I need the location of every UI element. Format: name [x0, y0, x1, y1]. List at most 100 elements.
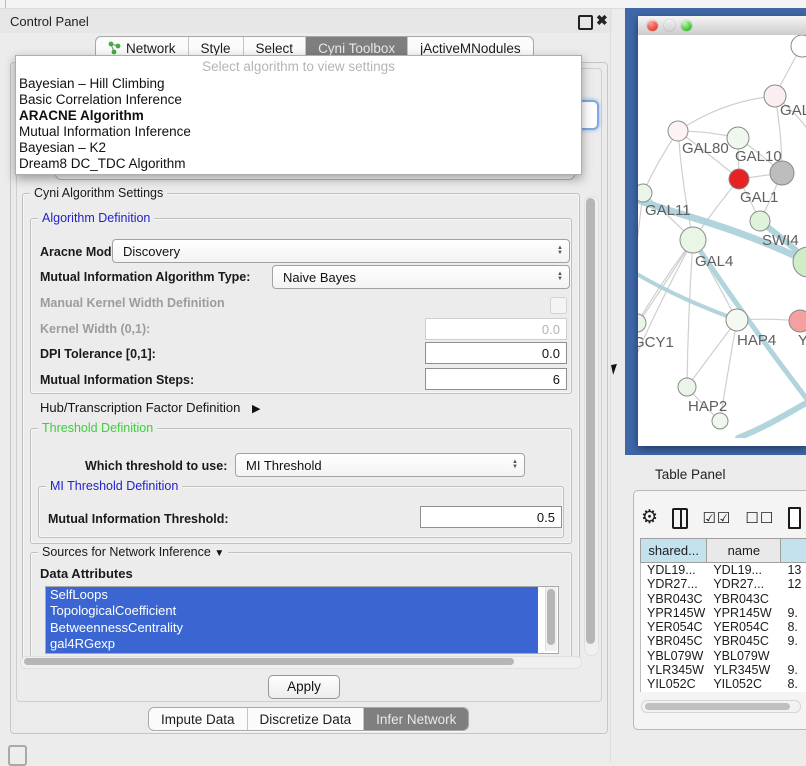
- network-edge[interactable]: [687, 320, 737, 387]
- data-attributes-list[interactable]: SelfLoopsTopologicalCoefficientBetweenne…: [45, 586, 559, 654]
- column-header[interactable]: shared...: [640, 538, 707, 563]
- float-window-icon[interactable]: [578, 15, 593, 30]
- aracne-mode-label: Aracne Mode:: [40, 245, 123, 259]
- kernel-width-field[interactable]: 0.0: [425, 318, 567, 340]
- menu-item[interactable]: Dream8 DC_TDC Algorithm: [16, 156, 581, 172]
- mi-steps-field[interactable]: 6: [425, 368, 567, 390]
- tab-label: Cyni Toolbox: [318, 41, 395, 56]
- column-header[interactable]: name: [707, 538, 781, 563]
- network-node-gal80[interactable]: [668, 121, 688, 141]
- table-row[interactable]: YDR27...YDR27...12: [641, 577, 806, 591]
- tab-discretize-data[interactable]: Discretize Data: [248, 708, 365, 730]
- network-edge[interactable]: [643, 131, 678, 193]
- mi-steps-label: Mutual Information Steps:: [40, 373, 194, 387]
- select-all-checkbox-icon[interactable]: ☑☑: [702, 509, 731, 527]
- network-node-y[interactable]: [789, 310, 806, 332]
- network-node-swi4[interactable]: [750, 211, 770, 231]
- column-header[interactable]: [781, 538, 806, 563]
- network-edge[interactable]: [687, 240, 693, 387]
- mi-type-label: Mutual Information Algorithm Type:: [40, 270, 250, 284]
- close-traffic-light-icon[interactable]: [647, 20, 658, 31]
- aracne-mode-combo[interactable]: Discovery ▲▼: [112, 239, 570, 263]
- table-row[interactable]: YDL19...YDL19...13: [641, 563, 806, 577]
- manual-kernel-checkbox[interactable]: [550, 297, 567, 314]
- table-cell: YIL052C: [641, 677, 707, 691]
- settings-vertical-scrollbar-thumb[interactable]: [586, 198, 595, 644]
- network-canvas[interactable]: GALGAL80GAL10GAL1GAL11SWI4GAL4GCY1HAP4YH…: [638, 35, 806, 438]
- stepper-arrows-icon: ▲▼: [557, 272, 563, 282]
- attributes-vertical-scrollbar-thumb[interactable]: [547, 589, 555, 645]
- menu-item[interactable]: ARACNE Algorithm: [16, 108, 581, 124]
- which-threshold-label: Which threshold to use:: [85, 459, 227, 473]
- mi-threshold-legend: MI Threshold Definition: [46, 480, 182, 493]
- mi-type-combo[interactable]: Naive Bayes ▲▼: [272, 265, 570, 289]
- tab-impute-data[interactable]: Impute Data: [149, 708, 248, 730]
- hub-definition-toggle[interactable]: Hub/Transcription Factor Definition ▶: [40, 400, 260, 415]
- cyni-bottom-tabs: Impute DataDiscretize DataInfer Network: [148, 707, 469, 731]
- table-cell: [781, 592, 806, 606]
- network-node-hap4[interactable]: [726, 309, 748, 331]
- dropdown-item-list: Bayesian – Hill ClimbingBasic Correlatio…: [16, 76, 581, 172]
- table-row[interactable]: YIL052CYIL052C8.: [641, 677, 806, 691]
- apply-button[interactable]: Apply: [268, 675, 340, 699]
- network-node[interactable]: [791, 35, 806, 57]
- settings-horizontal-scrollbar-thumb[interactable]: [24, 658, 514, 665]
- collapse-right-icon: ▶: [252, 403, 260, 415]
- minimized-panel-icon[interactable]: [8, 745, 27, 766]
- table-cell: YPR145W: [707, 606, 781, 620]
- zoom-traffic-light-icon[interactable]: [681, 20, 692, 31]
- table-row[interactable]: YPR145WYPR145W9.: [641, 606, 806, 620]
- menu-item[interactable]: Bayesian – Hill Climbing: [16, 76, 581, 92]
- data-attributes-label: Data Attributes: [40, 566, 133, 581]
- deselect-all-checkbox-icon[interactable]: ☐☐: [745, 509, 774, 527]
- table-cell: YBL079W: [707, 649, 781, 663]
- table-row[interactable]: YBR045CYBR045C9.: [641, 634, 806, 648]
- network-node-gal4[interactable]: [680, 227, 706, 253]
- network-edge-thick[interactable]: [638, 270, 737, 320]
- screenshot-root: { "icons": { "close": "✖", "stepper_up":…: [0, 0, 806, 762]
- network-window-titlebar[interactable]: [638, 16, 806, 36]
- threshold-definition-legend: Threshold Definition: [38, 422, 157, 435]
- network-node-gcy1[interactable]: [638, 314, 646, 332]
- node-label: GAL: [780, 102, 806, 119]
- minimize-traffic-light-icon[interactable]: [664, 20, 675, 31]
- network-edge-thick[interactable]: [738, 401, 806, 438]
- network-node-hap2[interactable]: [678, 378, 696, 396]
- gear-icon[interactable]: ⚙: [641, 508, 658, 528]
- tab-label: Network: [126, 41, 176, 56]
- close-icon[interactable]: ✖: [596, 12, 608, 29]
- table-row[interactable]: YER054CYER054C8.: [641, 620, 806, 634]
- menu-item[interactable]: Mutual Information Inference: [16, 124, 581, 140]
- list-item[interactable]: gal4RGexp: [46, 636, 538, 652]
- list-item[interactable]: TopologicalCoefficient: [46, 603, 538, 619]
- tab-label: Select: [256, 41, 294, 56]
- mi-threshold-field[interactable]: 0.5: [420, 506, 562, 528]
- top-divider-tick: [5, 0, 6, 8]
- sources-legend[interactable]: Sources for Network Inference ▼: [38, 546, 228, 560]
- network-node-gal1[interactable]: [729, 169, 749, 189]
- table-row[interactable]: YLR345WYLR345W9.: [641, 663, 806, 677]
- dpi-tolerance-label: DPI Tolerance [0,1]:: [40, 347, 156, 361]
- menu-item[interactable]: Basic Correlation Inference: [16, 92, 581, 108]
- menu-item[interactable]: Bayesian – K2: [16, 140, 581, 156]
- dpi-tolerance-field[interactable]: 0.0: [425, 342, 567, 364]
- network-edge[interactable]: [678, 96, 775, 131]
- node-label: GAL1: [740, 189, 778, 206]
- tab-infer-network[interactable]: Infer Network: [364, 708, 468, 730]
- table-horizontal-scrollbar-thumb[interactable]: [645, 703, 790, 710]
- table-row[interactable]: YBL079WYBL079W: [641, 649, 806, 663]
- network-node-gal11[interactable]: [638, 184, 652, 202]
- network-node-gal10[interactable]: [727, 127, 749, 149]
- document-icon[interactable]: [788, 507, 801, 529]
- tab-label: jActiveMNodules: [420, 41, 521, 56]
- list-item[interactable]: BetweennessCentrality: [46, 620, 538, 636]
- list-item[interactable]: SelfLoops: [46, 587, 538, 603]
- table-cell: YPR145W: [641, 606, 707, 620]
- table-row[interactable]: YBR043CYBR043C: [641, 592, 806, 606]
- node-attribute-table: shared...name YDL19...YDL19...13YDR27...…: [640, 538, 806, 692]
- network-node[interactable]: [712, 413, 728, 429]
- panel-divider: [610, 8, 611, 762]
- network-node[interactable]: [770, 161, 794, 185]
- which-threshold-combo[interactable]: MI Threshold ▲▼: [235, 453, 525, 477]
- columns-icon[interactable]: [672, 508, 688, 529]
